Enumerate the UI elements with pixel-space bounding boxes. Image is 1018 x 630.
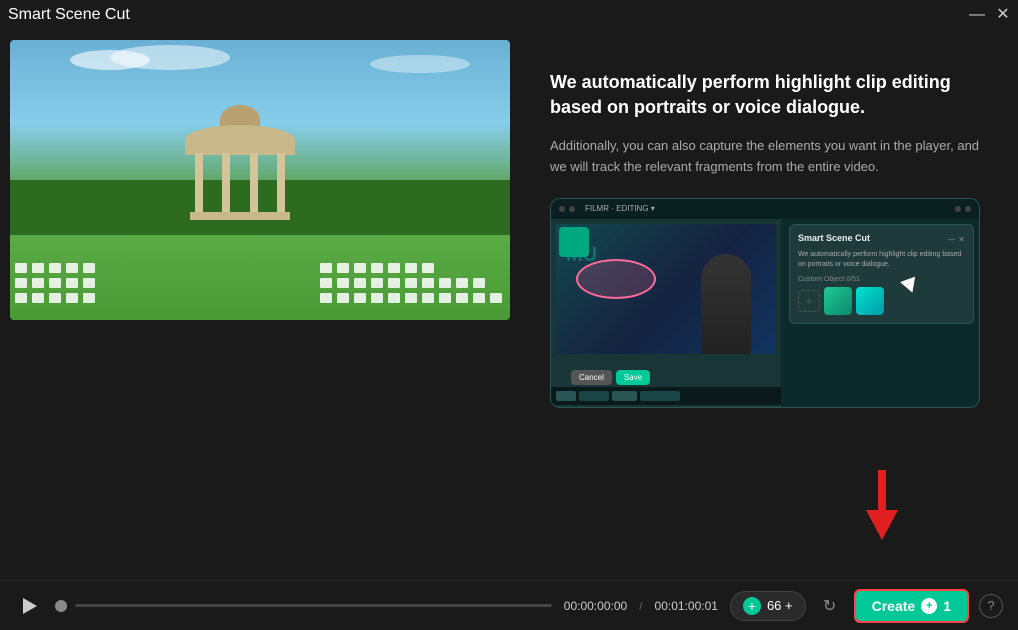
chairs-area	[10, 258, 510, 318]
inner-dialog-title: Smart Scene Cut	[798, 233, 870, 243]
inner-video: MU	[556, 224, 776, 354]
close-button[interactable]: ✕	[996, 8, 1010, 22]
create-count: 1	[943, 598, 951, 614]
video-scene	[10, 40, 510, 320]
cloud-2	[110, 45, 230, 70]
help-button[interactable]: ?	[979, 594, 1003, 618]
inner-video-content: MU	[556, 224, 776, 354]
inner-cancel-button[interactable]: Cancel	[571, 370, 612, 385]
play-button[interactable]	[15, 592, 43, 620]
inner-topbar: FILMR · EDITING ▾	[551, 199, 979, 219]
pavilion	[190, 125, 290, 215]
column-4	[277, 153, 285, 213]
bottom-bar: 00:00:00:00 / 00:01:00:01 + 66 + ↻ Creat…	[0, 580, 1018, 630]
chairs-svg	[10, 258, 510, 318]
add-clips-button[interactable]: + 66 +	[730, 591, 806, 621]
inner-app: FILMR · EDITING ▾ MU	[551, 199, 979, 407]
main-content: We automatically perform highlight clip …	[0, 30, 1018, 580]
inner-add-image-button[interactable]: +	[798, 290, 820, 312]
inner-dialog: Smart Scene Cut — ✕ We automatically per…	[789, 224, 974, 324]
inner-dialog-images: +	[798, 287, 965, 315]
inner-save-button[interactable]: Save	[616, 370, 650, 385]
add-clips-icon: +	[743, 597, 761, 615]
inner-thumb-2[interactable]	[856, 287, 884, 315]
time-total: 00:01:00:01	[655, 599, 718, 613]
sub-text: Additionally, you can also capture the e…	[550, 136, 988, 178]
minimize-button[interactable]: —	[970, 8, 984, 22]
titlebar: Smart Scene Cut — ✕	[0, 0, 1018, 30]
inner-ctrl-1	[955, 206, 961, 212]
inner-action-buttons: Cancel Save	[571, 370, 650, 385]
inner-tab: FILMR · EDITING ▾	[579, 204, 661, 213]
pavilion-roof	[185, 125, 295, 155]
inner-video-area: MU Cancel Save	[551, 219, 781, 407]
inner-timeline	[551, 387, 781, 405]
inner-ctrl-2	[965, 206, 971, 212]
inner-dialog-description: We automatically perform highlight clip …	[798, 250, 965, 270]
column-2	[222, 153, 230, 213]
refresh-button[interactable]: ↻	[816, 592, 844, 620]
time-divider: /	[639, 599, 642, 613]
inner-thumb-1[interactable]	[824, 287, 852, 315]
pavilion-base	[190, 212, 290, 220]
timeline-segment-1	[556, 391, 576, 401]
progress-container	[55, 600, 552, 612]
bottom-right-controls: + 66 + ↻ Create + 1 ?	[730, 589, 1003, 623]
refresh-icon: ↻	[823, 596, 836, 616]
right-panel: We automatically perform highlight clip …	[520, 30, 1018, 580]
progress-dot[interactable]	[55, 600, 67, 612]
timeline-segment-3	[612, 391, 637, 401]
app-title: Smart Scene Cut	[8, 6, 130, 24]
create-button[interactable]: Create + 1	[854, 589, 969, 623]
inner-dot-1	[559, 206, 565, 212]
cloud-3	[370, 55, 470, 73]
column-1	[195, 153, 203, 213]
play-icon	[23, 598, 37, 614]
timeline-segment-2	[579, 391, 609, 401]
column-3	[250, 153, 258, 213]
create-label: Create	[872, 598, 916, 614]
inner-dialog-close[interactable]: ✕	[958, 235, 965, 244]
inner-content: MU Cancel Save	[551, 219, 979, 407]
inner-thumbnail	[559, 227, 589, 257]
inner-dialog-custom-label: Custom Object 0/51	[798, 276, 965, 283]
help-icon: ?	[987, 598, 994, 613]
progress-bar-track[interactable]	[75, 604, 552, 607]
time-current: 00:00:00:00	[564, 599, 627, 613]
inner-dot-2	[569, 206, 575, 212]
selection-overlay	[576, 259, 656, 299]
inner-dialog-minimize[interactable]: —	[947, 235, 955, 244]
pavilion-columns	[195, 153, 285, 215]
video-preview	[10, 40, 510, 320]
timeline-segment-4	[640, 391, 680, 401]
left-panel	[0, 30, 520, 580]
clips-count-label: 66 +	[767, 598, 793, 613]
create-icon: +	[921, 598, 937, 614]
main-headline: We automatically perform highlight clip …	[550, 70, 988, 120]
preview-thumbnail: FILMR · EDITING ▾ MU	[550, 198, 980, 408]
titlebar-controls: — ✕	[970, 8, 1010, 22]
